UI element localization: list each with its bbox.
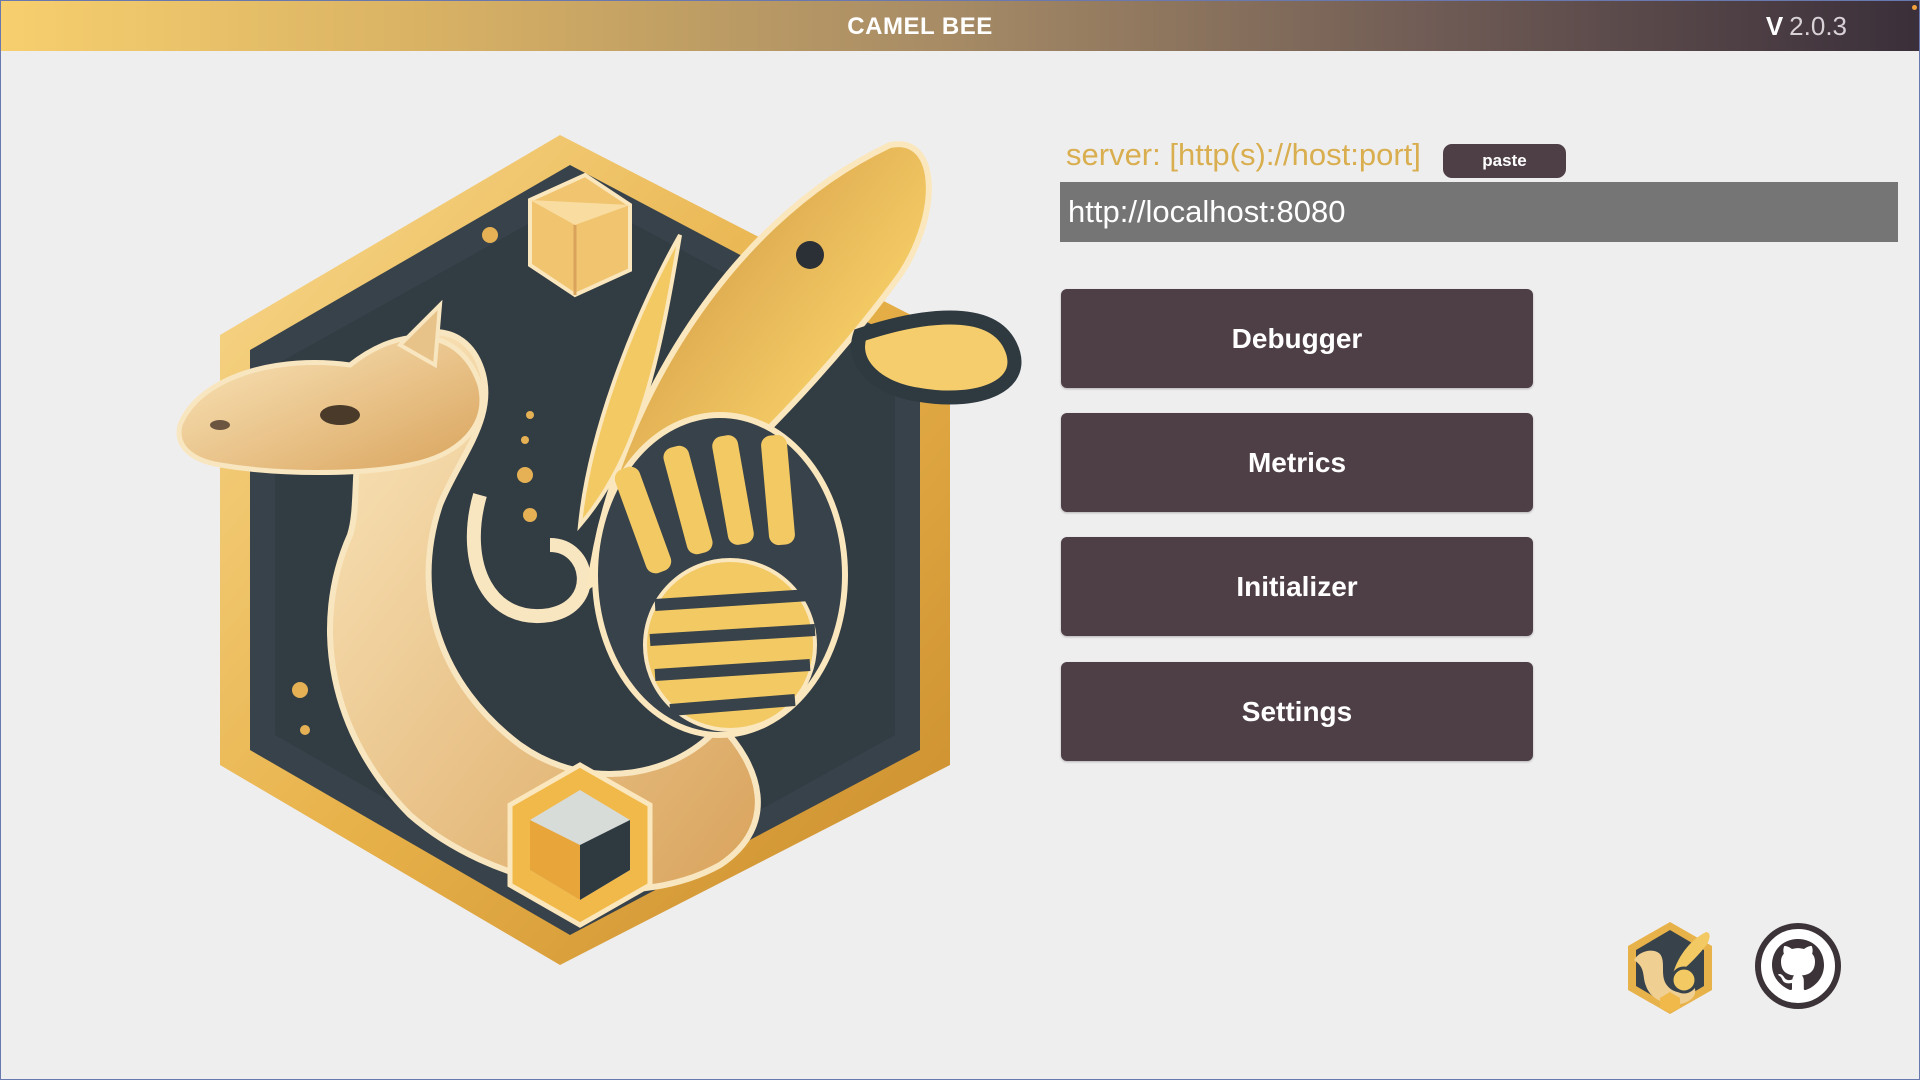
version-number: 2.0.3 [1789,11,1847,41]
settings-button[interactable]: Settings [1061,662,1533,761]
paste-button[interactable]: paste [1443,144,1566,178]
metrics-button[interactable]: Metrics [1061,413,1533,512]
github-icon[interactable] [1754,922,1842,1010]
debugger-button[interactable]: Debugger [1061,289,1533,388]
server-url-input[interactable] [1060,182,1898,242]
window-corner-indicator [1912,5,1917,10]
version-prefix: V [1765,11,1784,41]
server-label: server: [http(s)://host:port] [1066,137,1421,172]
initializer-button[interactable]: Initializer [1061,537,1533,636]
camel-bee-logo-image [176,135,1022,965]
title-bar: CAMEL BEE V 2.0.3 [1,1,1919,51]
app-title: CAMEL BEE [847,13,993,40]
camel-bee-logo-icon[interactable] [1620,918,1720,1018]
version-label: V 2.0.3 [1766,11,1847,42]
